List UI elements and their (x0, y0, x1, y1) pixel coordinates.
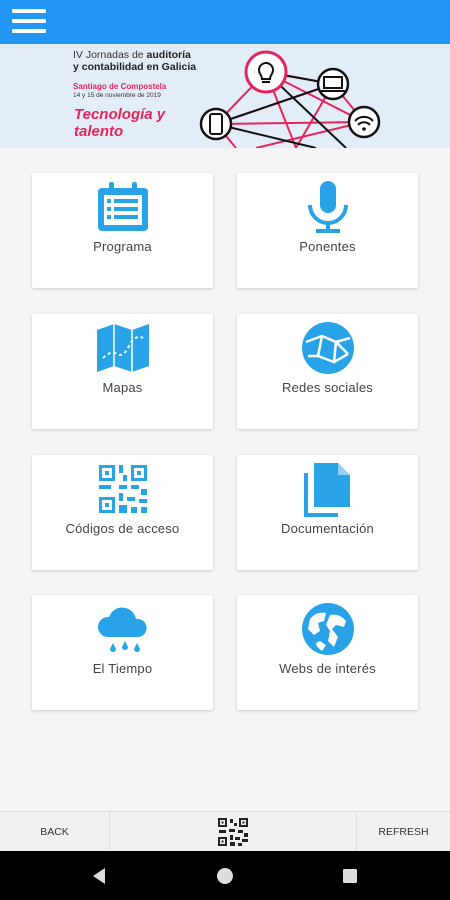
app-bar (0, 0, 450, 44)
back-button[interactable]: BACK (0, 812, 110, 852)
menu-card-label: Códigos de acceso (65, 521, 180, 536)
map-icon (95, 320, 151, 376)
menu-card-mapas[interactable]: Mapas (32, 314, 213, 429)
banner-title-line1: IV Jornadas de auditoría (73, 49, 191, 61)
menu-card-label: Webs de interés (279, 661, 376, 676)
documents-icon (300, 461, 356, 517)
calendar-icon (95, 179, 151, 235)
menu-card-label: Programa (93, 239, 152, 254)
menu-card-el-tiempo[interactable]: El Tiempo (32, 595, 213, 710)
menu-card-webs-de-interes[interactable]: Webs de interés (237, 595, 418, 710)
rain-cloud-icon (95, 601, 151, 657)
system-navigation-bar (0, 851, 450, 900)
nav-back-icon[interactable] (87, 863, 113, 889)
qr-code-icon[interactable] (217, 817, 249, 847)
menu-card-ponentes[interactable]: Ponentes (237, 173, 418, 288)
banner-title-line2: y contabilidad en Galicia (73, 61, 197, 73)
menu-card-redes-sociales[interactable]: Redes sociales (237, 314, 418, 429)
bottom-bar: BACK REFRESH (0, 811, 450, 852)
nav-home-icon[interactable] (212, 863, 238, 889)
event-banner: IV Jornadas de auditoría y contabilidad … (0, 44, 450, 148)
menu-card-label: Mapas (102, 380, 143, 395)
menu-card-label: Documentación (281, 521, 374, 536)
network-globe-icon (300, 320, 356, 376)
qr-code-icon (95, 461, 151, 517)
tech-network-illustration (199, 50, 381, 148)
menu-card-codigos-de-acceso[interactable]: Códigos de acceso (32, 455, 213, 570)
banner-dates: 14 y 15 de noviembre de 2019 (73, 92, 161, 99)
nav-recents-icon[interactable] (337, 863, 363, 889)
banner-slogan: Tecnología y talento (74, 106, 166, 140)
menu-card-programa[interactable]: Programa (32, 173, 213, 288)
menu-card-label: Ponentes (299, 239, 356, 254)
banner-place: Santiago de Compostela (73, 82, 167, 91)
microphone-icon (300, 179, 356, 235)
globe-icon (300, 601, 356, 657)
menu-card-label: Redes sociales (282, 380, 373, 395)
menu-card-documentacion[interactable]: Documentación (237, 455, 418, 570)
hamburger-icon[interactable] (12, 9, 46, 35)
menu-card-label: El Tiempo (92, 661, 153, 676)
refresh-button[interactable]: REFRESH (356, 812, 450, 852)
